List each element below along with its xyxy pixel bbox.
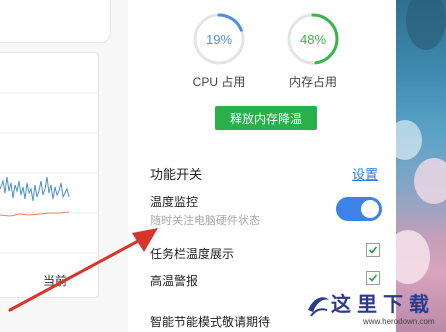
memory-usage-label: 内存占用 xyxy=(288,75,337,89)
settings-link[interactable]: 设置 xyxy=(352,164,378,183)
temperature-chart-svg xyxy=(0,92,98,254)
check-icon xyxy=(368,274,378,282)
check-icon xyxy=(368,246,378,254)
temp-monitor-subtitle: 随时关注电脑硬件状态 xyxy=(150,215,260,227)
memory-gauge: 48% xyxy=(286,12,340,66)
top-card xyxy=(0,0,111,43)
background-photo xyxy=(396,0,446,332)
watermark-text: 这里下载 xyxy=(331,292,435,316)
watermark-url: www.herodown.com xyxy=(363,317,435,326)
temperature-chart: 当前 xyxy=(0,52,99,298)
left-panel: 当前 xyxy=(0,0,128,332)
cpu-usage-value: 19% xyxy=(205,31,233,47)
toggle-knob xyxy=(361,200,379,218)
cpu-usage-label: CPU 占用 xyxy=(192,75,246,89)
features-section-title: 功能开关 xyxy=(150,167,203,182)
chart-current-label: 当前 xyxy=(43,274,68,288)
release-memory-button[interactable]: 释放内存降温 xyxy=(215,106,317,130)
watermark: 这里下载 www.herodown.com xyxy=(305,286,446,332)
memory-usage-value: 48% xyxy=(299,31,327,47)
taskbar-temp-label: 任务栏温度展示 xyxy=(150,247,235,261)
cpu-gauge: 19% xyxy=(192,12,246,66)
watermark-logo-icon xyxy=(308,297,329,317)
cpu-temp-line xyxy=(0,176,70,202)
taskbar-temp-checkbox[interactable] xyxy=(366,243,380,257)
smart-power-label: 智能节能模式敬请期待 xyxy=(150,315,271,329)
settings-panel: 19% CPU 占用 48% 内存占用 释放内存降温 功能开关 设置 温度监控 … xyxy=(128,0,396,332)
high-temp-alert-label: 高温警报 xyxy=(150,274,199,288)
temp-monitor-title: 温度监控 xyxy=(150,195,199,209)
high-temp-alert-checkbox[interactable] xyxy=(366,271,380,285)
temp-monitor-toggle[interactable] xyxy=(336,197,382,221)
